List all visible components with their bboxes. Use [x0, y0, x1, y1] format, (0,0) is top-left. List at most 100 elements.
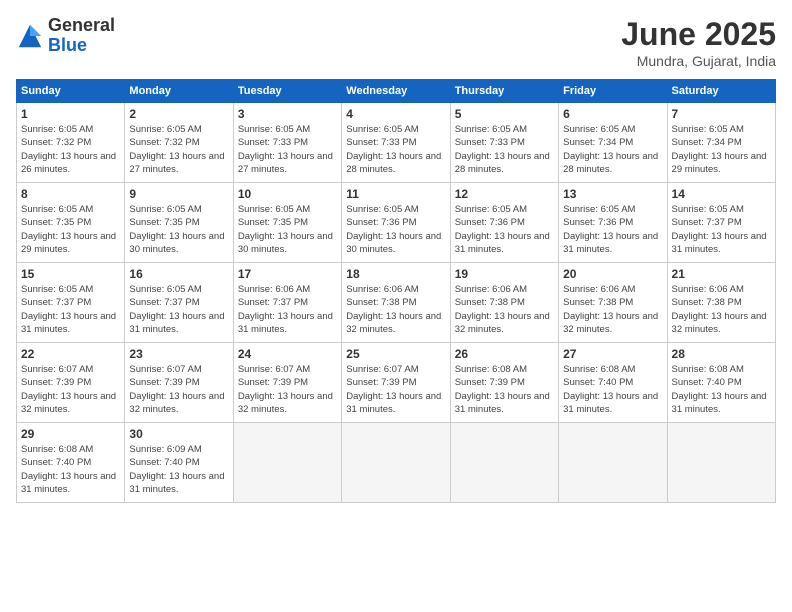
day-number: 9 [129, 187, 228, 201]
table-row: 20 Sunrise: 6:06 AM Sunset: 7:38 PM Dayl… [559, 263, 667, 343]
calendar-week-row: 29 Sunrise: 6:08 AM Sunset: 7:40 PM Dayl… [17, 423, 776, 503]
table-row: 23 Sunrise: 6:07 AM Sunset: 7:39 PM Dayl… [125, 343, 233, 423]
day-number: 29 [21, 427, 120, 441]
calendar-week-row: 1 Sunrise: 6:05 AM Sunset: 7:32 PM Dayli… [17, 103, 776, 183]
table-row: 28 Sunrise: 6:08 AM Sunset: 7:40 PM Dayl… [667, 343, 775, 423]
table-row: 15 Sunrise: 6:05 AM Sunset: 7:37 PM Dayl… [17, 263, 125, 343]
table-row: 6 Sunrise: 6:05 AM Sunset: 7:34 PM Dayli… [559, 103, 667, 183]
table-row: 16 Sunrise: 6:05 AM Sunset: 7:37 PM Dayl… [125, 263, 233, 343]
day-info: Sunrise: 6:07 AM Sunset: 7:39 PM Dayligh… [238, 363, 337, 416]
day-info: Sunrise: 6:05 AM Sunset: 7:34 PM Dayligh… [563, 123, 662, 176]
table-row: 25 Sunrise: 6:07 AM Sunset: 7:39 PM Dayl… [342, 343, 450, 423]
day-number: 27 [563, 347, 662, 361]
day-number: 30 [129, 427, 228, 441]
day-info: Sunrise: 6:08 AM Sunset: 7:40 PM Dayligh… [21, 443, 120, 496]
table-row: 9 Sunrise: 6:05 AM Sunset: 7:35 PM Dayli… [125, 183, 233, 263]
table-row: 12 Sunrise: 6:05 AM Sunset: 7:36 PM Dayl… [450, 183, 558, 263]
day-number: 18 [346, 267, 445, 281]
table-row: 19 Sunrise: 6:06 AM Sunset: 7:38 PM Dayl… [450, 263, 558, 343]
table-row: 3 Sunrise: 6:05 AM Sunset: 7:33 PM Dayli… [233, 103, 341, 183]
header-tuesday: Tuesday [233, 80, 341, 103]
day-number: 13 [563, 187, 662, 201]
day-number: 14 [672, 187, 771, 201]
day-info: Sunrise: 6:05 AM Sunset: 7:33 PM Dayligh… [346, 123, 445, 176]
table-row: 7 Sunrise: 6:05 AM Sunset: 7:34 PM Dayli… [667, 103, 775, 183]
day-number: 2 [129, 107, 228, 121]
table-row: 13 Sunrise: 6:05 AM Sunset: 7:36 PM Dayl… [559, 183, 667, 263]
table-row: 27 Sunrise: 6:08 AM Sunset: 7:40 PM Dayl… [559, 343, 667, 423]
location-subtitle: Mundra, Gujarat, India [621, 53, 776, 69]
day-info: Sunrise: 6:06 AM Sunset: 7:38 PM Dayligh… [563, 283, 662, 336]
day-info: Sunrise: 6:05 AM Sunset: 7:33 PM Dayligh… [455, 123, 554, 176]
table-row: 8 Sunrise: 6:05 AM Sunset: 7:35 PM Dayli… [17, 183, 125, 263]
header-thursday: Thursday [450, 80, 558, 103]
table-row: 4 Sunrise: 6:05 AM Sunset: 7:33 PM Dayli… [342, 103, 450, 183]
day-info: Sunrise: 6:07 AM Sunset: 7:39 PM Dayligh… [21, 363, 120, 416]
day-number: 17 [238, 267, 337, 281]
header-friday: Friday [559, 80, 667, 103]
day-info: Sunrise: 6:05 AM Sunset: 7:37 PM Dayligh… [129, 283, 228, 336]
day-info: Sunrise: 6:05 AM Sunset: 7:32 PM Dayligh… [129, 123, 228, 176]
day-number: 24 [238, 347, 337, 361]
day-number: 16 [129, 267, 228, 281]
day-info: Sunrise: 6:05 AM Sunset: 7:35 PM Dayligh… [238, 203, 337, 256]
day-info: Sunrise: 6:08 AM Sunset: 7:40 PM Dayligh… [672, 363, 771, 416]
table-row: 21 Sunrise: 6:06 AM Sunset: 7:38 PM Dayl… [667, 263, 775, 343]
title-block: June 2025 Mundra, Gujarat, India [621, 16, 776, 69]
day-number: 23 [129, 347, 228, 361]
day-number: 8 [21, 187, 120, 201]
day-info: Sunrise: 6:06 AM Sunset: 7:38 PM Dayligh… [455, 283, 554, 336]
logo: General Blue [16, 16, 115, 56]
day-number: 1 [21, 107, 120, 121]
day-number: 5 [455, 107, 554, 121]
day-info: Sunrise: 6:06 AM Sunset: 7:38 PM Dayligh… [672, 283, 771, 336]
day-number: 10 [238, 187, 337, 201]
day-info: Sunrise: 6:05 AM Sunset: 7:32 PM Dayligh… [21, 123, 120, 176]
day-number: 11 [346, 187, 445, 201]
day-info: Sunrise: 6:05 AM Sunset: 7:37 PM Dayligh… [672, 203, 771, 256]
header-wednesday: Wednesday [342, 80, 450, 103]
day-info: Sunrise: 6:05 AM Sunset: 7:35 PM Dayligh… [129, 203, 228, 256]
day-info: Sunrise: 6:05 AM Sunset: 7:36 PM Dayligh… [455, 203, 554, 256]
header: General Blue June 2025 Mundra, Gujarat, … [16, 16, 776, 69]
day-info: Sunrise: 6:08 AM Sunset: 7:40 PM Dayligh… [563, 363, 662, 416]
table-row: 10 Sunrise: 6:05 AM Sunset: 7:35 PM Dayl… [233, 183, 341, 263]
table-row: 29 Sunrise: 6:08 AM Sunset: 7:40 PM Dayl… [17, 423, 125, 503]
day-info: Sunrise: 6:07 AM Sunset: 7:39 PM Dayligh… [346, 363, 445, 416]
table-row: 2 Sunrise: 6:05 AM Sunset: 7:32 PM Dayli… [125, 103, 233, 183]
month-title: June 2025 [621, 16, 776, 53]
logo-text: General Blue [48, 16, 115, 56]
table-row: 18 Sunrise: 6:06 AM Sunset: 7:38 PM Dayl… [342, 263, 450, 343]
day-number: 12 [455, 187, 554, 201]
calendar-week-row: 8 Sunrise: 6:05 AM Sunset: 7:35 PM Dayli… [17, 183, 776, 263]
day-info: Sunrise: 6:05 AM Sunset: 7:35 PM Dayligh… [21, 203, 120, 256]
day-info: Sunrise: 6:05 AM Sunset: 7:36 PM Dayligh… [346, 203, 445, 256]
weekday-header-row: Sunday Monday Tuesday Wednesday Thursday… [17, 80, 776, 103]
day-number: 21 [672, 267, 771, 281]
day-info: Sunrise: 6:06 AM Sunset: 7:37 PM Dayligh… [238, 283, 337, 336]
day-number: 7 [672, 107, 771, 121]
table-row: 24 Sunrise: 6:07 AM Sunset: 7:39 PM Dayl… [233, 343, 341, 423]
logo-icon [16, 22, 44, 50]
table-row: 22 Sunrise: 6:07 AM Sunset: 7:39 PM Dayl… [17, 343, 125, 423]
day-number: 3 [238, 107, 337, 121]
logo-blue: Blue [48, 35, 87, 55]
table-row: 1 Sunrise: 6:05 AM Sunset: 7:32 PM Dayli… [17, 103, 125, 183]
day-number: 4 [346, 107, 445, 121]
day-info: Sunrise: 6:05 AM Sunset: 7:37 PM Dayligh… [21, 283, 120, 336]
table-row: 5 Sunrise: 6:05 AM Sunset: 7:33 PM Dayli… [450, 103, 558, 183]
day-info: Sunrise: 6:05 AM Sunset: 7:34 PM Dayligh… [672, 123, 771, 176]
calendar-table: Sunday Monday Tuesday Wednesday Thursday… [16, 79, 776, 503]
table-row [233, 423, 341, 503]
header-saturday: Saturday [667, 80, 775, 103]
calendar-week-row: 15 Sunrise: 6:05 AM Sunset: 7:37 PM Dayl… [17, 263, 776, 343]
day-number: 20 [563, 267, 662, 281]
day-number: 15 [21, 267, 120, 281]
calendar-week-row: 22 Sunrise: 6:07 AM Sunset: 7:39 PM Dayl… [17, 343, 776, 423]
table-row: 30 Sunrise: 6:09 AM Sunset: 7:40 PM Dayl… [125, 423, 233, 503]
header-sunday: Sunday [17, 80, 125, 103]
day-info: Sunrise: 6:05 AM Sunset: 7:36 PM Dayligh… [563, 203, 662, 256]
day-number: 25 [346, 347, 445, 361]
table-row: 26 Sunrise: 6:08 AM Sunset: 7:39 PM Dayl… [450, 343, 558, 423]
day-number: 6 [563, 107, 662, 121]
